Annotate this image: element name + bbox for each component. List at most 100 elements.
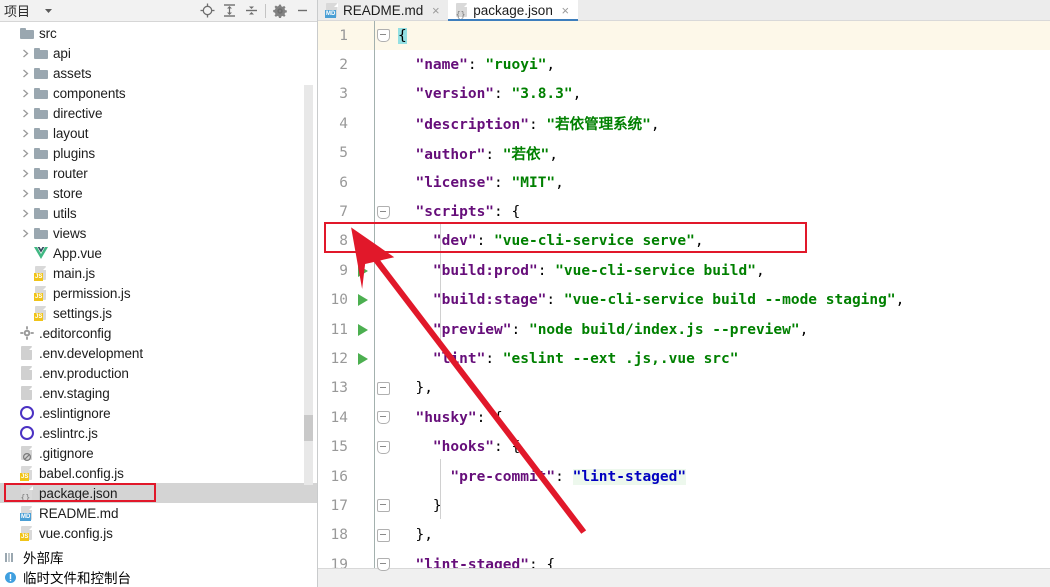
tree-item-env-development[interactable]: .env.development (0, 343, 317, 363)
tree-item-utils[interactable]: utils (0, 203, 317, 223)
tree-item-label: vue.config.js (39, 525, 113, 541)
chevron-right-icon[interactable] (18, 145, 32, 161)
code-line-text: "lint": "eslint --ext .js,.vue src" (398, 350, 739, 367)
project-scrollbar-thumb[interactable] (304, 415, 313, 441)
folder-icon (18, 25, 35, 41)
editorconfig-file-icon (19, 326, 34, 340)
code-line[interactable]: 14 "husky": { (318, 403, 1050, 433)
editor-tab-readme-md[interactable]: MD README.md × (318, 0, 449, 20)
fold-toggle-icon[interactable] (375, 499, 392, 513)
chevron-right-icon[interactable] (18, 185, 32, 201)
expand-all-icon[interactable] (218, 1, 240, 21)
chevron-right-icon[interactable] (18, 65, 32, 81)
code-line[interactable]: 9 "build:prod": "vue-cli-service build", (318, 256, 1050, 286)
code-editor[interactable]: 1{2 "name": "ruoyi", 3 "version": "3.8.3"… (318, 21, 1050, 587)
line-number: 13 (330, 380, 348, 397)
fold-toggle-icon[interactable] (375, 381, 392, 395)
tree-item-views[interactable]: views (0, 223, 317, 243)
tree-item-app-vue[interactable]: App.vue (0, 243, 317, 263)
tree-item-gitignore[interactable]: .gitignore (0, 443, 317, 463)
eslint-icon (18, 405, 35, 421)
tree-item-readme-md[interactable]: MD README.md (0, 503, 317, 523)
tree-item-env-staging[interactable]: .env.staging (0, 383, 317, 403)
run-script-icon[interactable] (352, 323, 374, 336)
tree-item-babel-config-js[interactable]: JS babel.config.js (0, 463, 317, 483)
code-line[interactable]: 12 "lint": "eslint --ext .js,.vue src" (318, 344, 1050, 374)
editor-tab-package-json[interactable]: {} package.json × (448, 0, 578, 21)
run-script-icon[interactable] (352, 294, 374, 307)
code-line[interactable]: 5 "author": "若依", (318, 138, 1050, 168)
fold-toggle-icon[interactable] (375, 528, 392, 542)
tree-item-env-production[interactable]: .env.production (0, 363, 317, 383)
code-line[interactable]: 8 "dev": "vue-cli-service serve", (318, 226, 1050, 257)
code-line-text: "preview": "node build/index.js --previe… (398, 321, 809, 338)
tree-item-eslintrc-js[interactable]: .eslintrc.js (0, 423, 317, 443)
chevron-down-icon[interactable] (40, 3, 56, 19)
tree-item-label: .eslintignore (39, 405, 111, 421)
code-line[interactable]: 2 "name": "ruoyi", (318, 50, 1050, 80)
tree-item-editorconfig[interactable]: .editorconfig (0, 323, 317, 343)
minimize-icon[interactable] (291, 1, 313, 21)
run-script-icon[interactable] (352, 235, 374, 248)
fold-toggle-icon[interactable] (375, 440, 392, 454)
chevron-right-icon[interactable] (18, 225, 32, 241)
footer-item-scratch[interactable]: 临时文件和控制台 (0, 567, 317, 587)
chevron-right-icon[interactable] (18, 45, 32, 61)
code-line[interactable]: 11 "preview": "node build/index.js --pre… (318, 314, 1050, 345)
tree-item-store[interactable]: store (0, 183, 317, 203)
chevron-right-icon[interactable] (18, 165, 32, 181)
run-script-icon[interactable] (352, 352, 374, 365)
code-line-text: "dev": "vue-cli-service serve", (398, 233, 704, 250)
footer-item-library[interactable]: 外部库 (0, 547, 317, 567)
tree-item-settings-js[interactable]: JS settings.js (0, 303, 317, 323)
js-icon: JS (18, 525, 35, 541)
code-line[interactable]: 3 "version": "3.8.3", (318, 79, 1050, 110)
code-line[interactable]: 13 }, (318, 373, 1050, 404)
fold-toggle-icon[interactable] (375, 411, 392, 425)
tree-item-src[interactable]: src (0, 23, 317, 43)
tree-item-package-json[interactable]: {} package.json (0, 483, 317, 503)
tree-item-components[interactable]: components (0, 83, 317, 103)
tree-item-main-js[interactable]: JS main.js (0, 263, 317, 283)
folder-icon (33, 67, 48, 79)
collapse-all-icon[interactable] (240, 1, 262, 21)
chevron-right-icon[interactable] (18, 105, 32, 121)
tree-item-plugins[interactable]: plugins (0, 143, 317, 163)
tree-item-vue-config-js[interactable]: JS vue.config.js (0, 523, 317, 543)
tree-item-permission-js[interactable]: JS permission.js (0, 283, 317, 303)
tree-item-router[interactable]: router (0, 163, 317, 183)
code-line[interactable]: 10 "build:stage": "vue-cli-service build… (318, 285, 1050, 315)
close-icon[interactable]: × (559, 4, 572, 17)
json-file-icon: {} (455, 2, 469, 18)
fold-toggle-icon[interactable] (375, 205, 392, 219)
code-line-text: "build:stage": "vue-cli-service build --… (398, 292, 905, 309)
code-line[interactable]: 17 } (318, 491, 1050, 521)
tree-item-assets[interactable]: assets (0, 63, 317, 83)
close-icon[interactable]: × (429, 4, 442, 17)
tree-item-api[interactable]: api (0, 43, 317, 63)
run-script-icon[interactable] (352, 264, 374, 277)
fold-toggle-icon[interactable] (375, 29, 392, 43)
code-line[interactable]: 16 "pre-commit": "lint-staged" (318, 461, 1050, 492)
chevron-right-icon[interactable] (18, 125, 32, 141)
project-file-tree[interactable]: src api assets components directive layout plu… (0, 22, 317, 547)
chevron-right-icon[interactable] (18, 205, 32, 221)
project-scrollbar[interactable] (304, 85, 313, 485)
locate-icon[interactable] (196, 1, 218, 21)
code-line[interactable]: 15 "hooks": { (318, 432, 1050, 462)
tree-item-eslintignore[interactable]: .eslintignore (0, 403, 317, 423)
code-line-text: "version": "3.8.3", (398, 86, 582, 103)
code-line[interactable]: 4 "description": "若依管理系统", (318, 109, 1050, 139)
scratch-icon (5, 571, 16, 583)
code-line[interactable]: 6 "license": "MIT", (318, 167, 1050, 198)
code-line[interactable]: 7 "scripts": { (318, 197, 1050, 227)
tree-item-directive[interactable]: directive (0, 103, 317, 123)
tree-item-layout[interactable]: layout (0, 123, 317, 143)
code-line[interactable]: 18 }, (318, 520, 1050, 551)
settings-gear-icon[interactable] (269, 1, 291, 21)
chevron-right-icon (22, 69, 28, 77)
chevron-right-icon[interactable] (18, 85, 32, 101)
code-line[interactable]: 1{ (318, 21, 1050, 51)
